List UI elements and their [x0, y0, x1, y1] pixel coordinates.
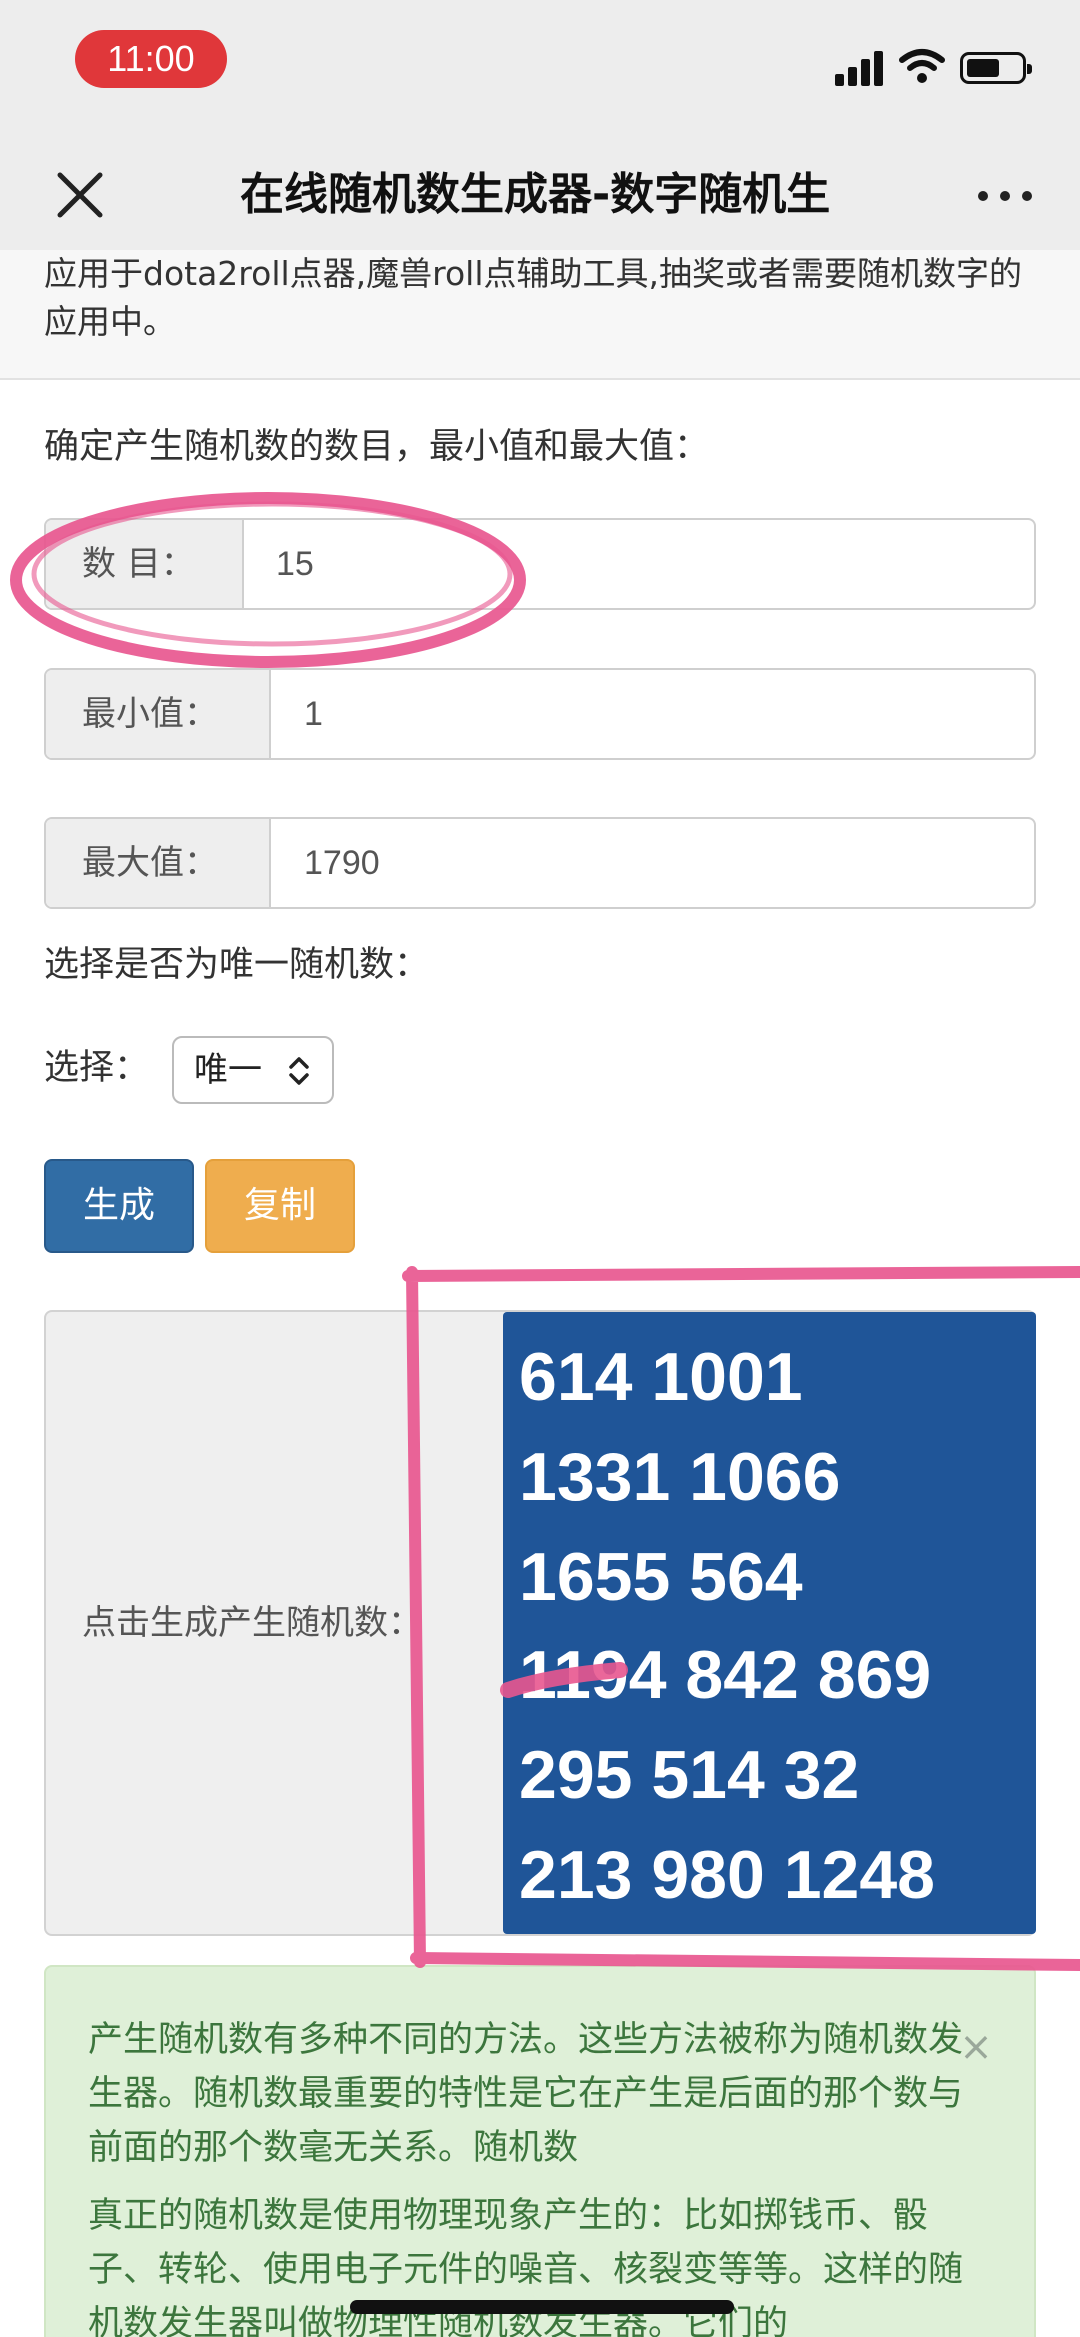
home-indicator [350, 2300, 734, 2314]
result-line: 1655 564 [519, 1539, 803, 1615]
result-line: 614 1001 [519, 1339, 803, 1415]
unique-select-label: 选择： [44, 1048, 150, 1088]
more-icon[interactable] [970, 165, 1040, 225]
unique-select-value: 唯一 [194, 1050, 262, 1090]
alert-close-icon[interactable]: × [956, 2027, 996, 2067]
unique-section-label: 选择是否为唯一随机数： [44, 945, 430, 985]
status-time: 11:00 [75, 30, 227, 88]
range-section-label: 确定产生随机数的数目，最小值和最大值： [44, 427, 710, 467]
page-title: 在线随机数生成器-数字随机生 [240, 169, 831, 220]
alert-paragraph: 真正的随机数是使用物理现象产生的：比如掷钱币、骰子、转轮、使用电子元件的噪音、核… [88, 2196, 964, 2337]
unique-select[interactable]: 唯一 [172, 1036, 334, 1104]
signal-icon [835, 50, 885, 86]
intro-text: 应用于dota2roll点器,魔兽roll点辅助工具,抽奖或者需要随机数字的应用… [44, 254, 1023, 341]
min-input-group: 最小值： 1 [44, 668, 1036, 760]
max-input-group: 最大值： 1790 [44, 817, 1036, 909]
count-label: 数 目： [46, 520, 244, 608]
status-bar: 11:00 [0, 0, 1080, 140]
max-label: 最大值： [46, 819, 271, 907]
info-alert: 产生随机数有多种不同的方法。这些方法被称为随机数发生器。随机数最重要的特性是它在… [44, 1965, 1036, 2337]
count-input-group: 数 目： 15 [44, 518, 1036, 610]
result-line: 1194 842 869 [519, 1637, 932, 1713]
result-line: 213 980 1248 [519, 1837, 935, 1913]
result-line: 295 514 32 [519, 1737, 860, 1813]
intro-panel: 应用于dota2roll点器,魔兽roll点辅助工具,抽奖或者需要随机数字的应用… [0, 250, 1080, 380]
min-label: 最小值： [46, 670, 271, 758]
nav-bar: 在线随机数生成器-数字随机生 [0, 140, 1080, 250]
max-input[interactable]: 1790 [304, 819, 380, 907]
updown-chevron-icon [289, 1057, 309, 1085]
min-input[interactable]: 1 [304, 670, 323, 758]
result-box[interactable]: 614 1001 1331 1066 1655 564 1194 842 869… [503, 1312, 1036, 1934]
result-label: 点击生成产生随机数： [82, 1603, 422, 1643]
result-line: 1331 1066 [519, 1439, 841, 1515]
close-icon[interactable] [50, 165, 110, 225]
copy-button[interactable]: 复制 [205, 1159, 355, 1253]
result-well: 点击生成产生随机数： 614 1001 1331 1066 1655 564 1… [44, 1310, 1036, 1936]
alert-paragraph: 产生随机数有多种不同的方法。这些方法被称为随机数发生器。随机数最重要的特性是它在… [88, 2020, 964, 2168]
count-input[interactable]: 15 [276, 520, 314, 608]
battery-icon [960, 52, 1032, 84]
wifi-icon [899, 49, 945, 83]
generate-button[interactable]: 生成 [44, 1159, 194, 1253]
